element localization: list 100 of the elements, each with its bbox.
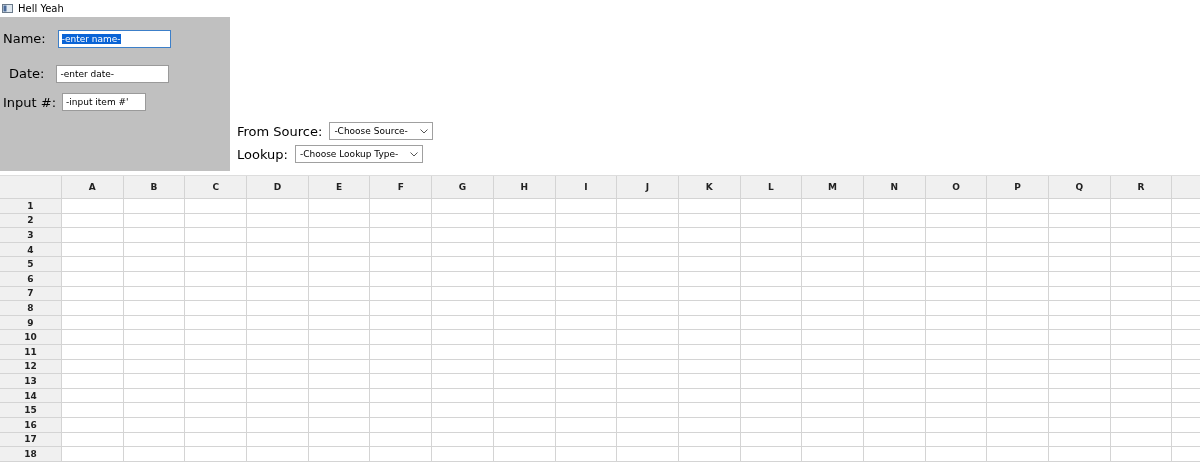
sheet-cell[interactable] xyxy=(863,403,926,418)
sheet-cell[interactable] xyxy=(493,417,556,433)
sheet-cell[interactable] xyxy=(802,403,864,418)
sheet-cell[interactable] xyxy=(678,344,741,360)
sheet-cell[interactable] xyxy=(370,330,433,345)
sheet-cell[interactable] xyxy=(370,359,433,375)
sheet-cell[interactable] xyxy=(987,432,1049,448)
sheet-cell[interactable] xyxy=(123,330,186,345)
sheet-cell[interactable] xyxy=(308,213,371,229)
sheet-cell[interactable] xyxy=(987,403,1049,418)
sheet-cell[interactable] xyxy=(678,403,741,418)
sheet-cell[interactable] xyxy=(1049,432,1111,448)
row-header[interactable]: 5 xyxy=(0,257,62,272)
sheet-cell[interactable] xyxy=(802,447,864,462)
sheet-cell[interactable] xyxy=(370,417,433,433)
sheet-cell[interactable] xyxy=(1049,301,1111,316)
sheet-cell[interactable] xyxy=(987,374,1049,389)
sheet-cell[interactable] xyxy=(308,359,371,375)
sheet-cell[interactable] xyxy=(493,388,556,404)
sheet-cell[interactable] xyxy=(247,330,309,345)
sheet-cell[interactable] xyxy=(802,417,864,433)
sheet-cell[interactable] xyxy=(863,242,926,258)
sheet-cell[interactable] xyxy=(678,213,741,229)
sheet-cell[interactable] xyxy=(617,403,679,418)
sheet-cell[interactable] xyxy=(247,315,309,331)
sheet-cell[interactable] xyxy=(432,199,494,214)
sheet-cell[interactable] xyxy=(1049,213,1111,229)
sheet-cell[interactable] xyxy=(62,315,124,331)
sheet-cell[interactable] xyxy=(555,330,618,345)
sheet-cell[interactable] xyxy=(617,359,679,375)
sheet-cell[interactable] xyxy=(863,432,926,448)
sheet-cell[interactable] xyxy=(987,359,1049,375)
sheet-cell[interactable] xyxy=(493,447,556,462)
sheet-cell[interactable] xyxy=(370,447,433,462)
sheet-cell[interactable] xyxy=(863,359,926,375)
sheet-cell[interactable] xyxy=(863,344,926,360)
sheet-cell[interactable] xyxy=(432,315,494,331)
sheet-cell[interactable] xyxy=(123,359,186,375)
sheet-cell[interactable] xyxy=(740,344,803,360)
input-field[interactable]: -enter date- xyxy=(56,64,170,83)
sheet-cell[interactable] xyxy=(925,447,988,462)
column-header[interactable]: K xyxy=(678,176,741,199)
dropdown[interactable]: -Choose Source- xyxy=(329,122,433,140)
sheet-cell[interactable] xyxy=(802,257,864,272)
sheet-cell[interactable] xyxy=(740,213,803,229)
sheet-cell[interactable] xyxy=(617,199,679,214)
sheet-cell[interactable] xyxy=(740,315,803,331)
column-header[interactable]: M xyxy=(802,176,864,199)
sheet-cell[interactable] xyxy=(987,242,1049,258)
sheet-cell[interactable] xyxy=(987,286,1049,302)
column-header[interactable]: Q xyxy=(1049,176,1111,199)
sheet-cell[interactable] xyxy=(987,315,1049,331)
sheet-cell[interactable] xyxy=(247,242,309,258)
sheet-cell[interactable] xyxy=(555,447,618,462)
corner-cell[interactable] xyxy=(0,176,62,199)
column-header[interactable]: N xyxy=(863,176,926,199)
sheet-cell[interactable] xyxy=(62,403,124,418)
sheet-cell[interactable] xyxy=(493,271,556,287)
sheet-cell[interactable] xyxy=(247,271,309,287)
sheet-cell[interactable] xyxy=(493,301,556,316)
sheet-cell[interactable] xyxy=(740,228,803,243)
sheet-cell[interactable] xyxy=(617,432,679,448)
sheet-cell[interactable] xyxy=(185,432,248,448)
sheet-cell[interactable] xyxy=(493,374,556,389)
sheet-cell[interactable] xyxy=(987,228,1049,243)
sheet-cell[interactable] xyxy=(925,286,988,302)
sheet-cell[interactable] xyxy=(185,257,248,272)
sheet-cell[interactable] xyxy=(925,330,988,345)
sheet-cell[interactable] xyxy=(617,228,679,243)
sheet-cell[interactable] xyxy=(925,315,988,331)
sheet-cell[interactable] xyxy=(185,228,248,243)
sheet-cell[interactable] xyxy=(308,315,371,331)
column-header[interactable]: H xyxy=(493,176,556,199)
sheet-cell[interactable] xyxy=(555,271,618,287)
sheet-cell[interactable] xyxy=(863,388,926,404)
sheet-cell[interactable] xyxy=(370,271,433,287)
sheet-cell[interactable] xyxy=(432,257,494,272)
sheet-cell[interactable] xyxy=(308,199,371,214)
sheet-cell[interactable] xyxy=(740,374,803,389)
sheet-cell[interactable] xyxy=(1110,286,1173,302)
sheet-cell[interactable] xyxy=(555,257,618,272)
sheet-cell[interactable] xyxy=(185,242,248,258)
sheet-cell[interactable] xyxy=(62,301,124,316)
sheet-cell[interactable] xyxy=(987,213,1049,229)
sheet-cell[interactable] xyxy=(1049,344,1111,360)
sheet-cell[interactable] xyxy=(432,330,494,345)
sheet-cell[interactable] xyxy=(185,417,248,433)
sheet-cell[interactable] xyxy=(493,432,556,448)
sheet-cell[interactable] xyxy=(863,213,926,229)
row-header[interactable]: 10 xyxy=(0,330,62,345)
sheet-cell[interactable] xyxy=(555,213,618,229)
sheet-cell[interactable] xyxy=(123,374,186,389)
sheet-cell[interactable] xyxy=(802,432,864,448)
dropdown[interactable]: -Choose Lookup Type- xyxy=(294,145,424,163)
sheet-cell[interactable] xyxy=(555,199,618,214)
sheet-cell[interactable] xyxy=(802,344,864,360)
sheet-cell[interactable] xyxy=(925,242,988,258)
sheet-cell[interactable] xyxy=(432,213,494,229)
sheet-cell[interactable] xyxy=(555,286,618,302)
row-header[interactable]: 8 xyxy=(0,301,62,316)
